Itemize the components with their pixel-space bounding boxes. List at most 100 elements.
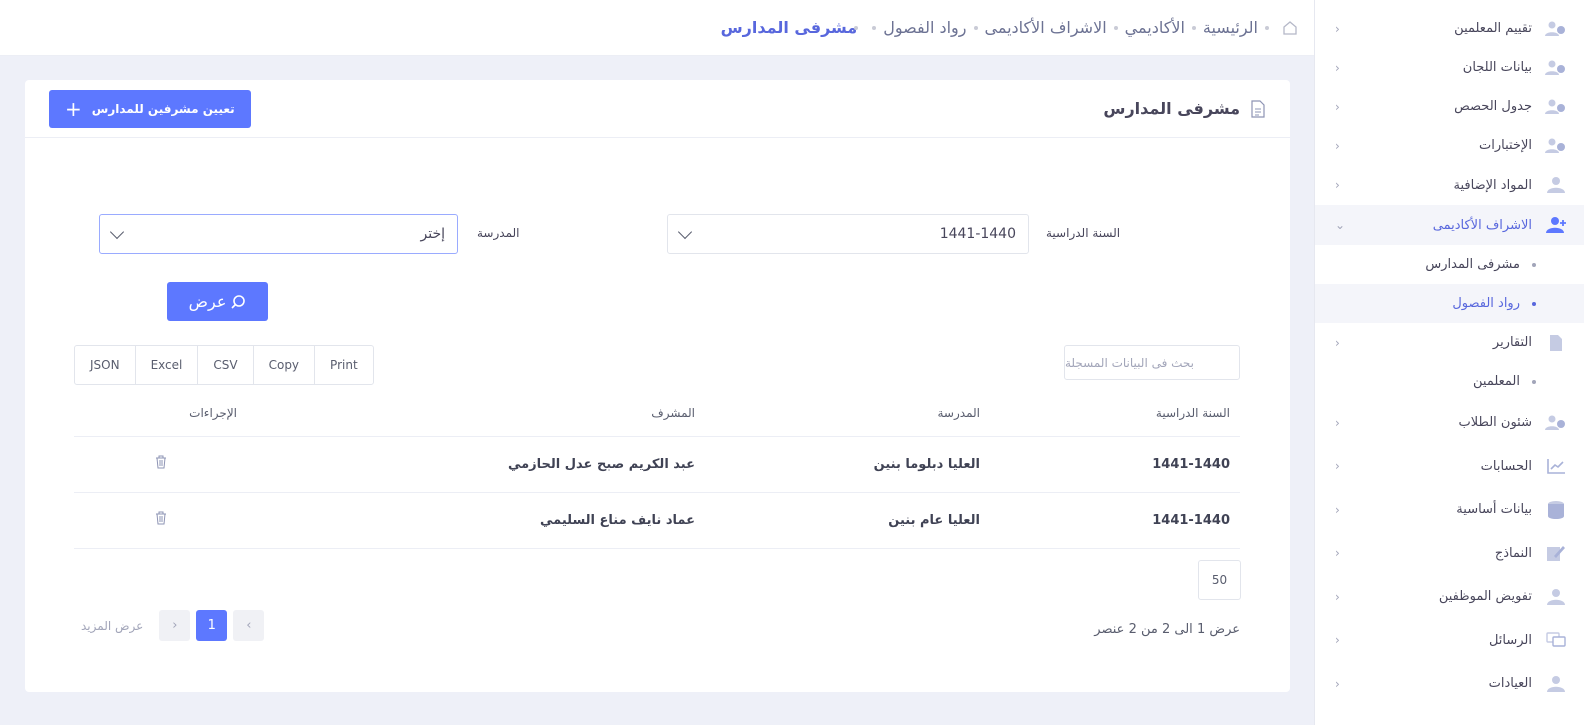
show-more-link[interactable]: عرض المزيد: [81, 619, 143, 633]
sidebar-item-label: الحسابات: [1480, 458, 1532, 474]
prev-page-button[interactable]: ›: [159, 610, 191, 641]
export-csv-button[interactable]: CSV: [198, 346, 254, 384]
page-1-button[interactable]: 1: [196, 610, 228, 641]
sidebar-item-label: بيانات اللجان: [1462, 60, 1532, 75]
edit-icon: [1542, 542, 1570, 564]
sidebar-item[interactable]: بيانات اللجان ‹: [1315, 48, 1584, 87]
sidebar-item-label: المواد الإضافية: [1453, 177, 1532, 193]
school-select[interactable]: إختر: [99, 214, 458, 254]
search-placeholder: بحث فى البيانات المسجلة: [1065, 355, 1195, 370]
chevron-left-icon: ‹: [1335, 502, 1340, 517]
export-print-button[interactable]: Print: [315, 346, 373, 384]
sidebar-item[interactable]: شئون الطلاب ‹: [1315, 401, 1584, 444]
sidebar-item[interactable]: الرسائل ‹: [1315, 618, 1584, 662]
breadcrumb-supervision[interactable]: الاشراف الأكاديمى: [985, 18, 1107, 37]
sidebar-item-label: التقارير: [1492, 335, 1532, 350]
year-select-value: 1441-1440: [939, 226, 1016, 242]
sidebar-item-label: الاشراف الأكاديمى: [1432, 217, 1532, 233]
cell-school: العليا عام بنين: [705, 492, 990, 549]
sidebar-item[interactable]: مشرفى المدارس: [1315, 245, 1584, 284]
export-copy-button[interactable]: Copy: [254, 346, 316, 384]
col-school[interactable]: المدرسة: [705, 390, 990, 437]
year-label: السنة الدراسية: [1046, 226, 1121, 240]
breadcrumb-home[interactable]: الرئيسية: [1203, 18, 1258, 37]
export-buttons: JSON Excel CSV Copy Print: [74, 345, 374, 385]
show-button[interactable]: عرض: [167, 282, 268, 321]
sidebar-item[interactable]: تفويض الموظفين ‹: [1315, 575, 1584, 618]
chevron-left-icon: ‹: [1335, 178, 1340, 192]
breadcrumb-academic[interactable]: الأكاديمي: [1125, 18, 1185, 37]
chevron-left-icon: ‹: [1335, 589, 1340, 604]
sidebar-item-label: رواد الفصول: [1452, 296, 1520, 311]
cell-school: العليا دبلوما بنين: [705, 436, 990, 493]
sidebar-item[interactable]: الاشراف الأكاديمى ⌄: [1315, 205, 1584, 245]
bullet-icon: [1532, 262, 1536, 267]
sidebar-item[interactable]: الإختبارات ‹: [1315, 126, 1584, 165]
bullet-icon: [1532, 379, 1536, 384]
sidebar-item[interactable]: رواد الفصول: [1315, 284, 1584, 323]
users-gear-icon: [1542, 412, 1570, 434]
search-input[interactable]: بحث فى البيانات المسجلة: [1064, 345, 1240, 380]
school-label: المدرسة: [477, 226, 520, 240]
sidebar-item[interactable]: بيانات أساسية ‹: [1315, 488, 1584, 531]
pagination: عرض المزيد › 1 ‹: [81, 610, 265, 641]
sidebar-item[interactable]: العيادات ‹: [1315, 662, 1584, 705]
users-gear-icon: [1542, 57, 1570, 79]
main-area: الرئيسية الأكاديمي الاشراف الأكاديمى روا…: [0, 0, 1314, 725]
chevron-left-icon: ‹: [1335, 60, 1340, 75]
assign-supervisors-label: تعيين مشرفين للمدارس: [91, 101, 235, 116]
export-excel-button[interactable]: Excel: [136, 346, 199, 384]
assign-supervisors-button[interactable]: + تعيين مشرفين للمدارس: [49, 89, 251, 128]
cell-year: 1441-1440: [990, 436, 1240, 493]
table-row: 1441-1440 العليا دبلوما بنين عبد الكريم …: [74, 436, 1240, 493]
users-gear-icon: [1542, 96, 1570, 118]
table-row: 1441-1440 العليا عام بنين عماد نايف مناع…: [74, 492, 1240, 549]
sidebar-item[interactable]: تقييم المعلمين ‹: [1315, 9, 1584, 48]
col-actions: الإجراءات: [74, 390, 247, 437]
breadcrumb-class-leaders[interactable]: رواد الفصول: [883, 18, 966, 37]
sidebar-item[interactable]: النماذج ‹: [1315, 531, 1584, 575]
sidebar-item[interactable]: جدول الحصص ‹: [1315, 87, 1584, 126]
database-icon: [1542, 499, 1570, 521]
users-gear-icon: [1542, 135, 1570, 157]
trash-icon[interactable]: [155, 455, 167, 469]
sidebar-item-label: النماذج: [1494, 545, 1532, 561]
document-icon: [1251, 99, 1265, 118]
next-page-button[interactable]: ‹: [233, 610, 265, 641]
year-select[interactable]: 1441-1440: [667, 214, 1029, 254]
chevron-left-icon: ‹: [1335, 415, 1340, 430]
file-icon: [1542, 332, 1570, 354]
chevron-left-icon: ‹: [1335, 99, 1340, 114]
chart-icon: [1542, 455, 1570, 477]
user-icon: [1542, 673, 1570, 695]
sidebar-item[interactable]: التقارير ‹: [1315, 323, 1584, 362]
sidebar-item-label: مشرفى المدارس: [1425, 257, 1520, 272]
cell-supervisor: عبد الكريم صبح عدل الحازمي: [247, 436, 705, 493]
chevron-down-icon: [677, 224, 693, 240]
col-supervisor[interactable]: المشرف: [247, 390, 705, 437]
sidebar-item[interactable]: المعلمين: [1315, 362, 1584, 401]
school-select-value: إختر: [420, 226, 446, 242]
chevron-left-icon: ‹: [1335, 633, 1340, 647]
sidebar-item[interactable]: المواد الإضافية ‹: [1315, 165, 1584, 205]
chevron-left-icon: ‹: [1335, 335, 1340, 350]
plus-icon: +: [65, 96, 82, 121]
chevron-left-icon: ‹: [1335, 459, 1340, 473]
chevron-left-icon: ‹: [1335, 138, 1340, 153]
page-size-select[interactable]: 50: [1198, 560, 1241, 600]
supervisors-table: السنة الدراسية المدرسة المشرف الإجراءات …: [74, 390, 1240, 549]
export-json-button[interactable]: JSON: [75, 346, 136, 384]
sidebar-item-label: تفويض الموظفين: [1438, 589, 1532, 604]
chevron-down-icon: ⌄: [1335, 218, 1346, 232]
card-title: مشرفى المدارس: [1103, 99, 1240, 118]
breadcrumb-current: مشرفى المدارس: [720, 18, 858, 37]
table-info: عرض 1 الى 2 من 2 عنصر: [1094, 622, 1240, 637]
sidebar-item[interactable]: الحسابات ‹: [1315, 444, 1584, 488]
bullet-icon: [1532, 301, 1536, 306]
trash-icon[interactable]: [155, 511, 167, 525]
user-icon: [1542, 174, 1570, 196]
sidebar-item-label: المعلمين: [1473, 374, 1520, 389]
page-size-value: 50: [1211, 573, 1228, 587]
home-icon[interactable]: [1282, 20, 1298, 36]
col-year[interactable]: السنة الدراسية: [990, 390, 1240, 437]
